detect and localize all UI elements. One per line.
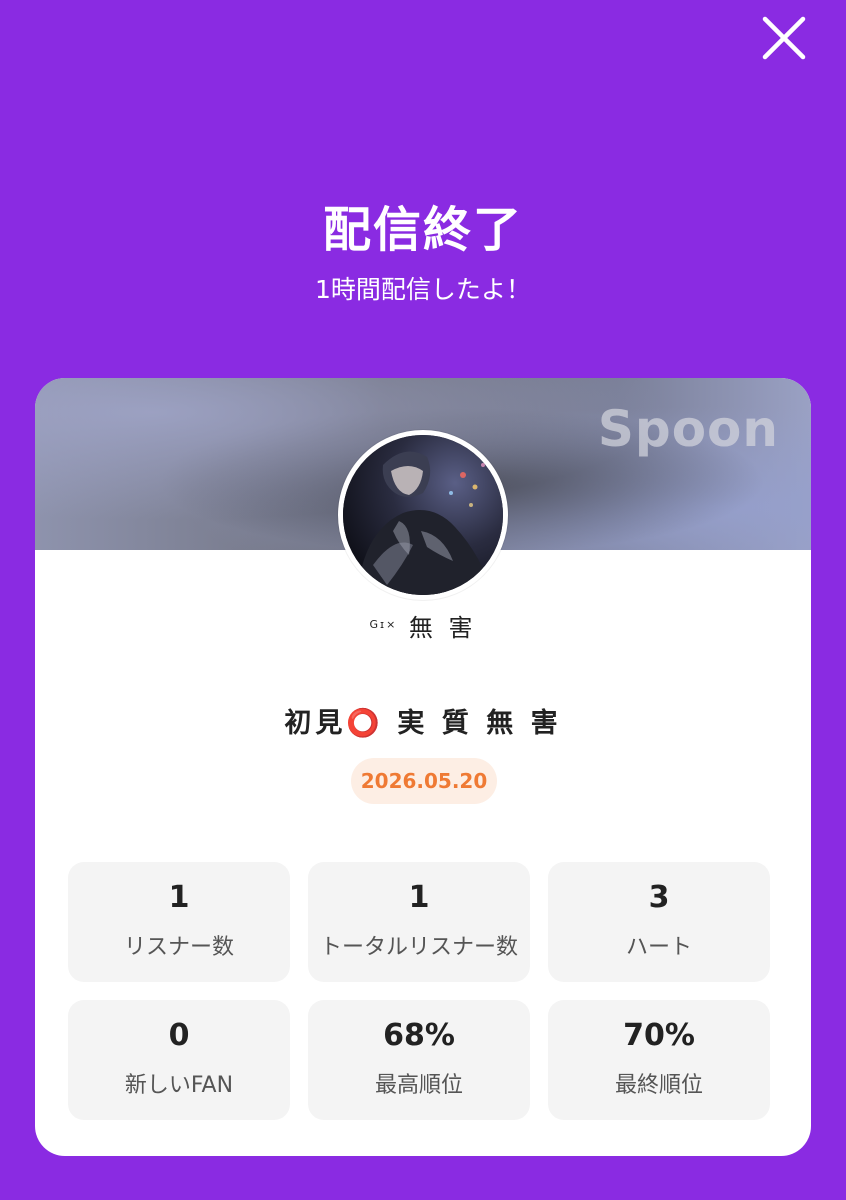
page-subtitle: 1時間配信したよ！ — [315, 275, 531, 304]
stat-new-fans: 0 新しいFAN — [68, 1000, 290, 1120]
username-name: 無 害 — [408, 614, 477, 642]
stat-highest-rank: 68% 最高順位 — [308, 1000, 530, 1120]
stat-value: 70% — [623, 1018, 695, 1053]
live-title: 初見⭕️ 実 質 無 害 — [284, 708, 562, 739]
stat-total-listeners: 1 トータルリスナー数 — [308, 862, 530, 982]
stat-label: ハート — [625, 935, 692, 960]
stats-grid: 1 リスナー数 1 トータルリスナー数 3 ハート 0 新しいFAN 68% 最… — [68, 862, 770, 1120]
stat-label: 最終順位 — [614, 1073, 703, 1098]
stat-value: 1 — [408, 880, 430, 915]
date-badge: 2026.05.20 — [351, 758, 497, 804]
close-button[interactable] — [758, 12, 810, 64]
avatar[interactable] — [338, 430, 508, 600]
stat-listeners: 1 リスナー数 — [68, 862, 290, 982]
stat-label: トータルリスナー数 — [319, 935, 518, 960]
stat-value: 68% — [383, 1018, 455, 1053]
spoon-logo: Spoon — [597, 400, 779, 458]
avatar-image — [343, 435, 503, 595]
summary-card: Spoon Gɪ× 無 害 初見⭕️ 実 質 無 害 2026.05.20 1 … — [35, 378, 811, 1156]
broadcast-end-screen: 配信終了 1時間配信したよ！ Spoon Gɪ× 無 害 初見⭕️ 実 質 無 … — [0, 0, 846, 1200]
stat-value: 3 — [648, 880, 670, 915]
username: Gɪ× 無 害 — [35, 608, 811, 643]
username-mark: × — [386, 618, 398, 631]
page-title: 配信終了 — [322, 202, 523, 258]
stat-value: 0 — [168, 1018, 190, 1053]
close-icon — [762, 16, 806, 60]
stat-label: 新しいFAN — [124, 1073, 234, 1098]
stat-label: 最高順位 — [374, 1073, 463, 1098]
stat-final-rank: 70% 最終順位 — [548, 1000, 770, 1120]
stat-hearts: 3 ハート — [548, 862, 770, 982]
stat-value: 1 — [168, 880, 190, 915]
username-prefix: Gɪ — [369, 618, 387, 631]
stat-label: リスナー数 — [123, 935, 234, 960]
